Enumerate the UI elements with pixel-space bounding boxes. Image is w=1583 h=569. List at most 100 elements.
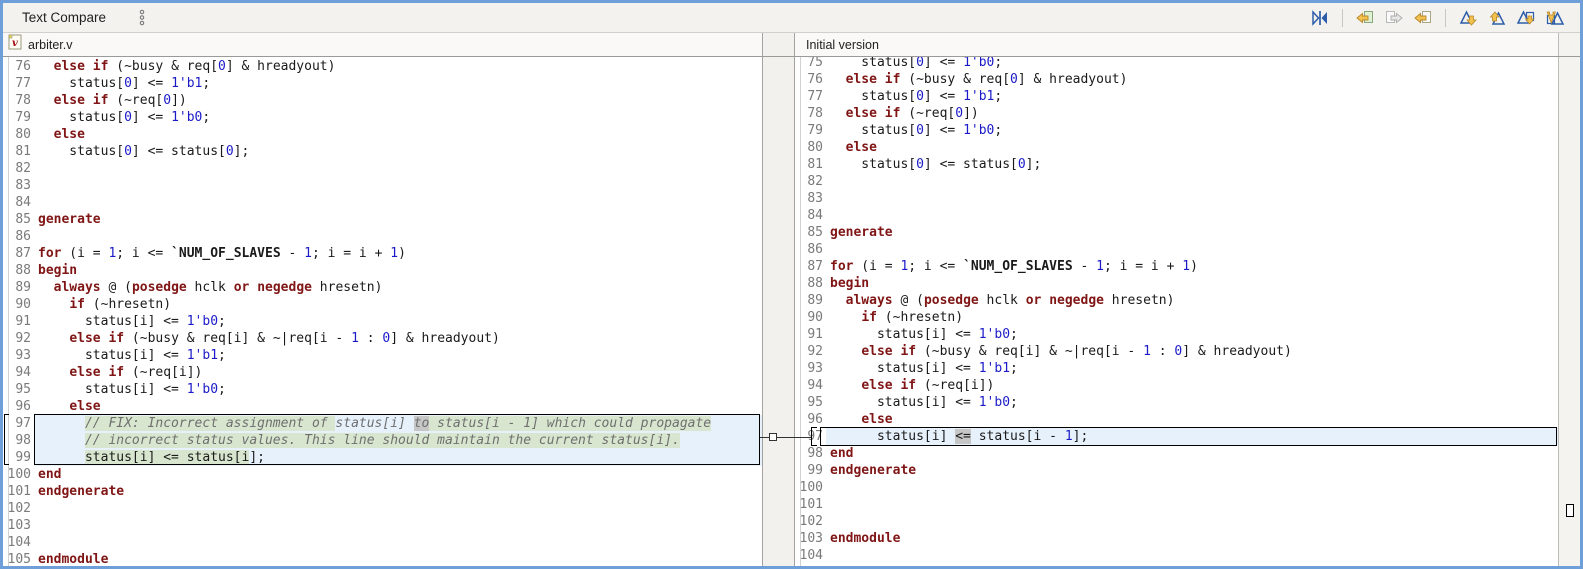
line-number: 90 <box>807 310 823 325</box>
next-difference-icon[interactable] <box>1457 7 1479 29</box>
compare-toolbar <box>1309 7 1580 29</box>
code-text: status[i] <= 1'b0; <box>830 395 1018 410</box>
line-number: 95 <box>807 395 823 410</box>
line-number: 103 <box>799 531 823 546</box>
line-number: 90 <box>15 297 31 312</box>
copy-current-left-to-right-icon[interactable] <box>1383 7 1405 29</box>
code-line: 94 else if (~req[i]) <box>795 377 1558 394</box>
right-code-lines: 75 status[0] <= 1'b0; 76 else if (~busy &… <box>795 57 1558 564</box>
line-number: 89 <box>15 280 31 295</box>
line-number: 77 <box>807 89 823 104</box>
code-text: else if (~req[i]) <box>861 378 995 393</box>
code-line: 76 else if (~busy & req[0] & hreadyout) <box>795 71 1558 88</box>
code-line: 102 <box>3 500 762 517</box>
code-line: 87 for (i = 1; i <= `NUM_OF_SLAVES - 1; i… <box>795 258 1558 275</box>
code-text: begin <box>830 276 870 291</box>
previous-difference-icon[interactable] <box>1486 7 1508 29</box>
code-text: generate <box>830 225 893 240</box>
code-text: for (i = 1; i <= `NUM_OF_SLAVES - 1; i =… <box>830 259 1198 274</box>
code-line: 81 status[0] <= status[0]; <box>3 143 762 160</box>
line-number: 78 <box>15 93 31 108</box>
left-pane-title: arbiter.v <box>28 37 73 52</box>
line-number: 101 <box>799 497 823 512</box>
code-text: end <box>38 467 62 482</box>
line-number: 87 <box>807 259 823 274</box>
code-line: 105 endmodule <box>3 551 762 566</box>
next-change-icon[interactable] <box>1515 7 1537 29</box>
line-number: 85 <box>807 225 823 240</box>
code-text: status[0] <= 1'b0; <box>38 110 211 125</box>
code-line: 89 always @ (posedge hclk or negedge hre… <box>3 279 762 296</box>
code-text: begin <box>38 263 78 278</box>
copy-current-right-to-left-icon[interactable] <box>1412 7 1434 29</box>
code-text: status[i] <= 1'b1; <box>38 348 226 363</box>
code-line: 86 <box>3 228 762 245</box>
swap-left-and-right-icon[interactable] <box>1309 7 1331 29</box>
line-number: 82 <box>15 161 31 176</box>
right-pane-header: Initial version <box>795 33 1558 56</box>
line-number: 91 <box>15 314 31 329</box>
code-line: 78 else if (~req[0]) <box>795 105 1558 122</box>
code-line: 81 status[0] <= status[0]; <box>795 156 1558 173</box>
code-line: 101 endgenerate <box>3 483 762 500</box>
code-line: 91 status[i] <= 1'b0; <box>795 326 1558 343</box>
code-line: 91 status[i] <= 1'b0; <box>3 313 762 330</box>
view-title: Text Compare <box>22 10 107 25</box>
left-code-editor[interactable]: 76 else if (~busy & req[0] & hreadyout) 7… <box>3 57 762 566</box>
code-text: status[0] <= 1'b1; <box>830 89 1003 104</box>
code-line: 80 else <box>3 126 762 143</box>
code-line: 96 else <box>795 411 1558 428</box>
code-text: else <box>845 140 877 155</box>
right-code-editor[interactable]: 75 status[0] <= 1'b0; 76 else if (~busy &… <box>795 57 1558 566</box>
code-text: end <box>830 446 854 461</box>
current-diff-box-left <box>34 414 760 465</box>
line-number: 91 <box>807 327 823 342</box>
code-text: status[i] <= 1'b1; <box>830 361 1018 376</box>
code-text: if (~hresetn) <box>861 310 964 325</box>
overview-ruler[interactable] <box>1558 57 1580 566</box>
line-number: 92 <box>15 331 31 346</box>
line-number: 104 <box>799 548 823 563</box>
code-line: 77 status[0] <= 1'b1; <box>795 88 1558 105</box>
line-number: 76 <box>15 59 31 74</box>
diff-connector-line <box>760 437 812 438</box>
code-line: 79 status[0] <= 1'b0; <box>795 122 1558 139</box>
overview-diff-marker[interactable] <box>1566 504 1574 517</box>
code-text: endgenerate <box>38 484 125 499</box>
code-line: 92 else if (~busy & req[i] & ~|req[i - 1… <box>795 343 1558 360</box>
code-text: always @ (posedge hclk or negedge hreset… <box>53 280 383 295</box>
header-ruler-corner <box>1558 33 1580 56</box>
code-text: endgenerate <box>830 463 917 478</box>
code-text: else if (~req[0]) <box>845 106 979 121</box>
code-line: 103 endmodule <box>795 530 1558 547</box>
code-text: status[0] <= status[0]; <box>38 144 250 159</box>
line-number: 86 <box>807 242 823 257</box>
line-number: 88 <box>807 276 823 291</box>
code-text: endmodule <box>38 552 109 566</box>
code-line: 88 begin <box>795 275 1558 292</box>
previous-change-icon[interactable] <box>1544 7 1566 29</box>
kebab-menu-icon[interactable] <box>138 8 146 28</box>
copy-all-right-to-left-icon[interactable] <box>1354 7 1376 29</box>
line-number: 105 <box>7 552 31 566</box>
code-text: for (i = 1; i <= `NUM_OF_SLAVES - 1; i =… <box>38 246 406 261</box>
code-line: 93 status[i] <= 1'b1; <box>795 360 1558 377</box>
line-number: 86 <box>15 229 31 244</box>
line-number: 96 <box>807 412 823 427</box>
line-number: 98 <box>807 446 823 461</box>
code-line: 89 always @ (posedge hclk or negedge hre… <box>795 292 1558 309</box>
line-number: 76 <box>807 72 823 87</box>
code-line: 104 <box>3 534 762 551</box>
line-number: 96 <box>15 399 31 414</box>
line-number: 93 <box>807 361 823 376</box>
code-text: else if (~busy & req[i] & ~|req[i - 1 : … <box>69 331 500 346</box>
line-number: 103 <box>7 518 31 533</box>
code-text: generate <box>38 212 101 227</box>
svg-text:v: v <box>12 38 18 49</box>
